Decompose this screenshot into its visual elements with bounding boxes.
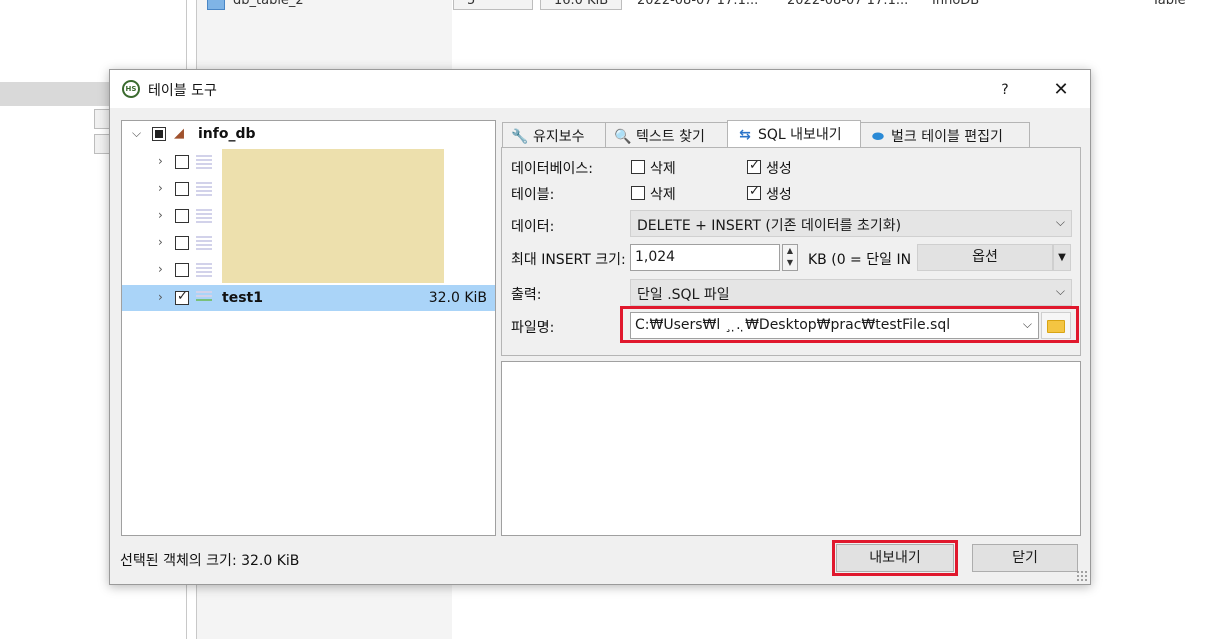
- spin-down-icon[interactable]: ▼: [783, 257, 797, 269]
- filename-label: 파일명:: [511, 320, 555, 336]
- redacted-table-names: [222, 149, 444, 283]
- max-insert-unit: KB (0 = 단일 IN: [808, 252, 912, 268]
- table-drop-checkbox[interactable]: [631, 186, 645, 200]
- help-button[interactable]: ?: [990, 78, 1020, 102]
- table-checkbox[interactable]: [175, 209, 189, 223]
- table-size: 32.0 KiB: [428, 290, 487, 306]
- tab-sql-export[interactable]: ⇆ SQL 내보내기: [727, 120, 861, 148]
- output-select[interactable]: 단일 .SQL 파일 ⌵: [630, 279, 1072, 306]
- sql-export-panel: 데이터베이스: 삭제 생성 테이블: 삭제 생성 데이터: DELETE + I…: [501, 147, 1081, 356]
- chevron-right-icon[interactable]: ›: [158, 262, 163, 276]
- database-checkbox[interactable]: [152, 127, 166, 141]
- table-create-label: 생성: [766, 187, 792, 203]
- table-check-icon: [196, 291, 212, 306]
- table-tools-dialog: HS 테이블 도구 ? ✕ ⌵ ◢ info_db › › › › › › ✓ …: [109, 69, 1091, 585]
- chevron-down-icon[interactable]: ⌵: [132, 126, 141, 141]
- chevron-down-icon: ⌵: [1055, 284, 1065, 298]
- chevron-right-icon[interactable]: ›: [158, 154, 163, 168]
- chevron-right-icon[interactable]: ›: [158, 290, 163, 304]
- chevron-down-icon: ⌵: [1055, 215, 1065, 229]
- database-create-label: 생성: [766, 161, 792, 177]
- database-label: info_db: [198, 126, 256, 142]
- options-dropdown-icon[interactable]: ▼: [1053, 244, 1071, 271]
- dolphin-icon: ◢: [174, 126, 184, 141]
- chevron-right-icon[interactable]: ›: [158, 208, 163, 222]
- size-cell: 16.0 KiB: [554, 0, 609, 8]
- dialog-title: 테이블 도구: [148, 83, 217, 99]
- heidisql-icon: HS: [122, 80, 140, 98]
- output-label: 출력:: [511, 287, 542, 303]
- table-name-cell: db_table_2: [233, 0, 304, 8]
- tab-bulk-table-editor[interactable]: ⬬ 벌크 테이블 편집기: [860, 122, 1030, 147]
- tree-row-table-selected[interactable]: › test1 32.0 KiB: [122, 285, 495, 311]
- close-button[interactable]: 닫기: [972, 544, 1078, 572]
- table-checkbox[interactable]: [175, 263, 189, 277]
- database-drop-checkbox[interactable]: [631, 160, 645, 174]
- table-icon: [196, 182, 212, 197]
- database-option-label: 데이터베이스:: [511, 161, 593, 177]
- table-icon: [196, 209, 212, 224]
- sql-export-icon: ⇆: [739, 127, 751, 143]
- data-mode-select[interactable]: DELETE + INSERT (기존 데이터를 초기화) ⌵: [630, 210, 1072, 237]
- output-log[interactable]: [501, 361, 1081, 536]
- table-option-label: 테이블:: [511, 187, 555, 203]
- table-label: test1: [222, 290, 263, 306]
- tab-maintenance[interactable]: 🔧 유지보수: [502, 122, 606, 147]
- data-option-label: 데이터:: [511, 219, 555, 235]
- filename-highlight: [620, 306, 1079, 343]
- chevron-right-icon[interactable]: ›: [158, 235, 163, 249]
- dialog-titlebar: HS 테이블 도구 ? ✕: [110, 70, 1090, 108]
- table-checkbox[interactable]: [175, 289, 189, 305]
- tool-tabs: 🔧 유지보수 🔍 텍스트 찾기 ⇆ SQL 내보내기 ⬬ 벌크 테이블 편집기: [502, 120, 1082, 148]
- chevron-right-icon[interactable]: ›: [158, 181, 163, 195]
- table-icon: [196, 236, 212, 251]
- max-insert-label: 최대 INSERT 크기:: [511, 252, 626, 268]
- max-insert-spinner[interactable]: ▲ ▼: [782, 244, 798, 271]
- table-checkbox[interactable]: [175, 182, 189, 196]
- table-create-checkbox[interactable]: [747, 184, 761, 200]
- background-selected-band: [0, 82, 120, 106]
- export-highlight: [832, 540, 958, 576]
- type-cell: Table: [1152, 0, 1186, 8]
- status-text: 선택된 객체의 크기: 32.0 KiB: [120, 553, 300, 569]
- wrench-icon: 🔧: [511, 129, 529, 145]
- table-icon: [207, 0, 225, 10]
- database-create-checkbox[interactable]: [747, 158, 761, 174]
- spin-up-icon[interactable]: ▲: [783, 245, 797, 257]
- database-drop-label: 삭제: [650, 161, 676, 177]
- created-cell: 2022-08-07 17:1...: [637, 0, 759, 8]
- table-checkbox[interactable]: [175, 155, 189, 169]
- background-table-row[interactable]: db_table_2 5 16.0 KiB 2022-08-07 17:1...…: [197, 0, 1220, 12]
- table-icon: [196, 263, 212, 278]
- tree-row-database[interactable]: ⌵ ◢ info_db: [122, 121, 495, 147]
- options-button[interactable]: 옵션: [917, 244, 1053, 271]
- tab-find-text[interactable]: 🔍 텍스트 찾기: [605, 122, 728, 147]
- rows-cell: 5: [467, 0, 476, 8]
- resize-grip[interactable]: [1076, 570, 1088, 582]
- table-icon: [196, 155, 212, 170]
- table-checkbox[interactable]: [175, 236, 189, 250]
- max-insert-input[interactable]: 1,024: [630, 244, 780, 271]
- magnifier-icon: 🔍: [614, 129, 632, 145]
- table-drop-label: 삭제: [650, 187, 676, 203]
- close-icon[interactable]: ✕: [1043, 78, 1079, 102]
- bulk-edit-icon: ⬬: [872, 129, 884, 145]
- object-tree[interactable]: ⌵ ◢ info_db › › › › › › ✓ test1 32.0 KiB: [121, 120, 496, 536]
- engine-cell: InnoDB: [932, 0, 980, 8]
- updated-cell: 2022-08-07 17:1...: [787, 0, 909, 8]
